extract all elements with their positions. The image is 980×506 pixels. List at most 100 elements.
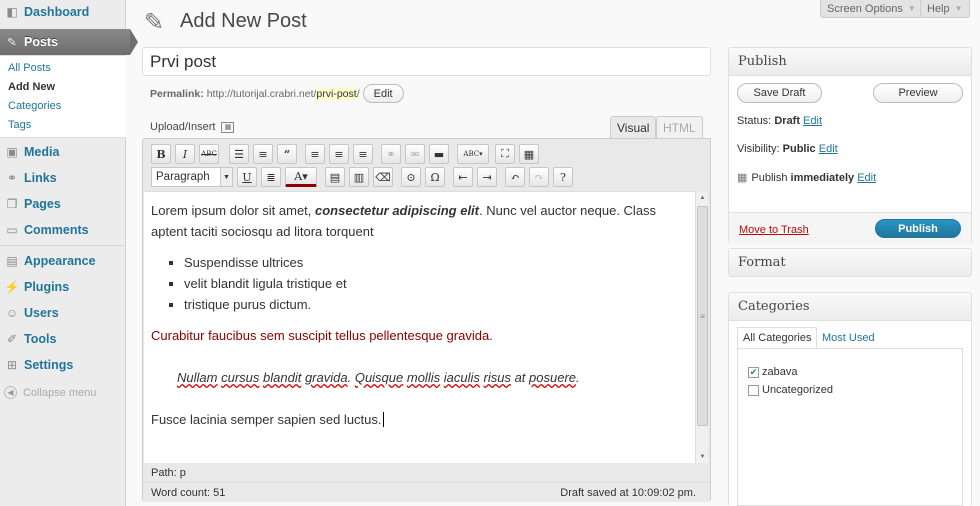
- justify-icon[interactable]: ≣: [261, 167, 281, 187]
- kitchen-sink-icon[interactable]: ▦: [519, 144, 539, 164]
- schedule-edit-link[interactable]: Edit: [857, 172, 876, 184]
- undo-icon[interactable]: ↶: [505, 167, 525, 187]
- permalink-edit-button[interactable]: Edit: [362, 84, 404, 103]
- format-select-value: Paragraph: [156, 171, 210, 183]
- unlink-icon[interactable]: ⚮: [405, 144, 425, 164]
- outdent-icon[interactable]: ⇤: [453, 167, 473, 187]
- tab-html[interactable]: HTML: [656, 116, 703, 138]
- fullscreen-icon[interactable]: ⛶: [495, 144, 515, 164]
- menu-posts[interactable]: ✎ Posts: [0, 29, 138, 55]
- category-item[interactable]: Uncategorized: [748, 384, 833, 396]
- category-item[interactable]: ✔ zabava: [748, 366, 797, 378]
- menu-pages[interactable]: ❐ Pages: [0, 193, 126, 215]
- preview-button[interactable]: Preview: [873, 83, 963, 103]
- indent-icon[interactable]: ⇥: [477, 167, 497, 187]
- menu-tools[interactable]: ✐ Tools: [0, 328, 126, 350]
- underline-icon[interactable]: U: [237, 167, 257, 187]
- status-edit-link[interactable]: Edit: [803, 115, 822, 127]
- menu-appearance-label: Appearance: [24, 254, 96, 268]
- visibility-label: Visibility:: [737, 143, 780, 155]
- blockquote-icon[interactable]: “: [277, 144, 297, 164]
- tab-all-categories[interactable]: All Categories: [737, 327, 818, 348]
- align-right-icon[interactable]: ≡: [353, 144, 373, 164]
- special-character-icon[interactable]: Ω: [425, 167, 445, 187]
- post-title-input[interactable]: [142, 47, 711, 76]
- collapse-menu-button[interactable]: ◀ Collapse menu: [4, 386, 96, 399]
- insert-link-icon[interactable]: ⚭: [381, 144, 401, 164]
- paragraph-indented: Nullam cursus blandit gravida. Quisque m…: [177, 367, 689, 388]
- menu-links[interactable]: ⚭ Links: [0, 167, 126, 189]
- permalink-slug[interactable]: prvi-post: [316, 87, 357, 100]
- insert-media-icon[interactable]: ⊙: [401, 167, 421, 187]
- publish-button[interactable]: Publish: [875, 219, 961, 238]
- misspelled-word: posuere: [529, 370, 577, 385]
- text-color-icon[interactable]: A▾: [285, 167, 317, 187]
- publish-box-title[interactable]: Publish: [729, 48, 971, 76]
- scroll-thumb[interactable]: ≡: [697, 206, 708, 426]
- align-left-icon[interactable]: ≡: [305, 144, 325, 164]
- checkbox-checked[interactable]: ✔: [748, 366, 759, 378]
- remove-format-icon[interactable]: ⌫: [373, 167, 393, 187]
- save-draft-button[interactable]: Save Draft: [737, 83, 822, 103]
- pushpin-title-icon: ✎: [144, 9, 165, 36]
- redo-icon[interactable]: ↷: [529, 167, 549, 187]
- strikethrough-icon[interactable]: ABC: [199, 144, 219, 164]
- misspelled-word: Quisque: [354, 370, 404, 385]
- menu-dashboard[interactable]: ◧ Dashboard: [0, 1, 126, 23]
- path-value[interactable]: p: [180, 467, 186, 479]
- help-icon[interactable]: ?: [553, 167, 573, 187]
- spellcheck-icon[interactable]: ABC▾: [457, 144, 489, 164]
- visibility-row: Visibility: Public Edit: [737, 143, 838, 155]
- menu-users[interactable]: ☺ Users: [0, 302, 126, 324]
- checkbox-unchecked[interactable]: [748, 384, 759, 396]
- publish-box: Publish Save Draft Preview Status: Draft…: [728, 47, 972, 244]
- paste-text-icon[interactable]: ▤: [325, 167, 345, 187]
- category-label: Uncategorized: [762, 384, 833, 396]
- menu-appearance[interactable]: ▤ Appearance: [0, 250, 126, 272]
- submenu-add-new[interactable]: Add New: [8, 81, 55, 93]
- scroll-up-icon[interactable]: ▲: [696, 192, 709, 204]
- editor-content-area[interactable]: Lorem ipsum dolor sit amet, consectetur …: [144, 191, 696, 463]
- submenu-categories[interactable]: Categories: [8, 100, 61, 112]
- menu-plugins[interactable]: ⚡ Plugins: [0, 276, 126, 298]
- italic-icon[interactable]: I: [175, 144, 195, 164]
- align-center-icon[interactable]: ≡: [329, 144, 349, 164]
- calendar-icon: ▦: [737, 172, 748, 184]
- format-select[interactable]: Paragraph ▼: [151, 167, 233, 187]
- tab-visual[interactable]: Visual: [610, 116, 657, 138]
- menu-settings[interactable]: ⊞ Settings: [0, 354, 126, 376]
- insert-more-icon[interactable]: ▬: [429, 144, 449, 164]
- menu-media-label: Media: [24, 145, 60, 159]
- move-to-trash-link[interactable]: Move to Trash: [739, 224, 809, 236]
- add-media-icon[interactable]: ▦: [221, 121, 235, 133]
- numbered-list-icon[interactable]: ≡: [253, 144, 273, 164]
- misspelled-word: Nullam: [177, 370, 218, 385]
- bullet-list-icon[interactable]: ☰: [229, 144, 249, 164]
- paragraph-last: Fusce lacinia semper sapien sed luctus.: [151, 409, 689, 430]
- upload-insert[interactable]: Upload/Insert ▦: [150, 121, 235, 133]
- submenu-all-posts[interactable]: All Posts: [8, 62, 51, 74]
- paste-word-icon[interactable]: ▥: [349, 167, 369, 187]
- menu-dashboard-label: Dashboard: [24, 5, 90, 19]
- help-label: Help: [927, 2, 950, 15]
- list-item: velit blandit ligula tristique et: [184, 273, 689, 294]
- submenu-tags[interactable]: Tags: [8, 119, 31, 131]
- dropdown-arrow-icon: ▼: [954, 4, 963, 13]
- screen-options-button[interactable]: Screen Options ▼: [820, 0, 923, 18]
- post-editor: B I ABC ☰ ≡ “ ≡ ≡ ≡ ⚭ ⚮ ▬ ABC▾ ⛶ ▦ Parag…: [142, 138, 711, 502]
- menu-media[interactable]: ▣ Media: [0, 141, 126, 163]
- menu-comments[interactable]: ▭ Comments: [0, 219, 126, 241]
- help-button[interactable]: Help ▼: [920, 0, 970, 18]
- bold-icon[interactable]: B: [151, 144, 171, 164]
- scroll-down-icon[interactable]: ▼: [696, 451, 709, 463]
- editor-scrollbar[interactable]: ▲ ≡ ▼: [695, 192, 708, 463]
- misspelled-word: gravida: [304, 370, 348, 385]
- visibility-edit-link[interactable]: Edit: [819, 143, 838, 155]
- format-box-title[interactable]: Format: [729, 249, 971, 276]
- tab-most-used[interactable]: Most Used: [817, 327, 880, 348]
- word-count: Word count: 51: [151, 486, 226, 499]
- appearance-icon: ▤: [6, 254, 18, 268]
- misspelled-word: mollis: [406, 370, 441, 385]
- publish-label: Publish: [751, 171, 788, 184]
- categories-box-title[interactable]: Categories: [729, 293, 971, 321]
